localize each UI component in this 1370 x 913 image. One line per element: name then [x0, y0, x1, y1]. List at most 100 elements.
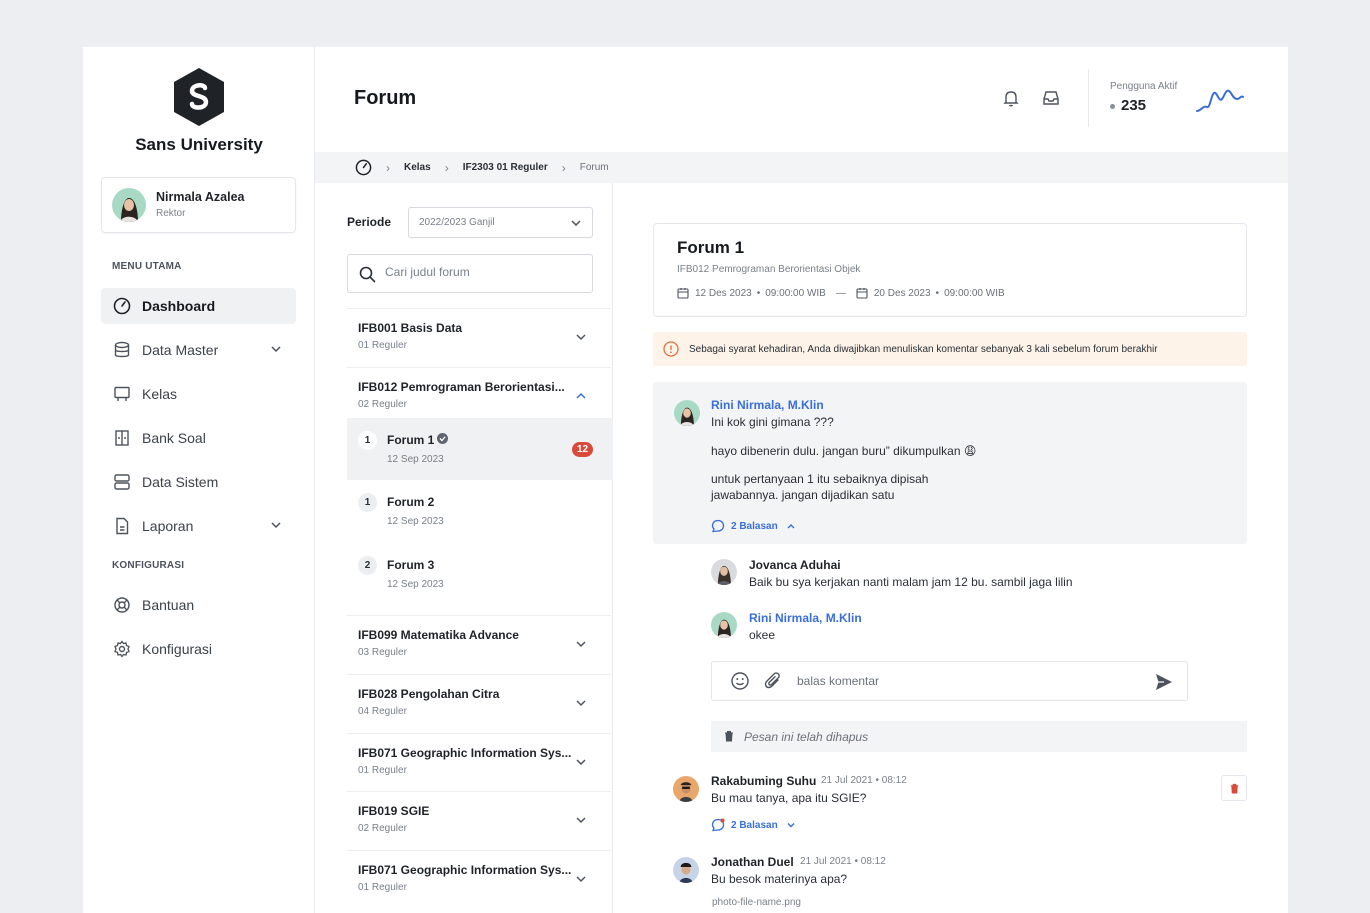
breadcrumb-kelas[interactable]: Kelas — [404, 162, 431, 173]
unread-badge: 12 — [572, 442, 593, 457]
chevron-down-icon — [576, 641, 586, 648]
comment-text: Bu mau tanya, apa itu SGIE? — [711, 791, 867, 805]
chevron-down-icon — [271, 346, 281, 353]
comment-meta: 21 Jul 2021 • 08:12 — [800, 856, 886, 867]
comment-text: Baik bu sya kerjakan nanti malam jam 12 … — [749, 575, 1073, 589]
menu-section-main: MENU UTAMA — [112, 261, 182, 272]
breadcrumb-current: Forum — [579, 162, 609, 173]
bell-icon[interactable] — [1001, 88, 1021, 108]
course-item[interactable]: IFB001 Basis Data 01 Reguler — [347, 308, 611, 366]
reply-composer — [711, 661, 1188, 701]
chat-bubble-icon — [711, 519, 725, 533]
forum-title: Forum 3 — [387, 558, 435, 572]
sidebar: Sans University Nirmala Azalea Rektor ME… — [83, 47, 315, 913]
forum-item[interactable]: 2 Forum 3 12 Sep 2023 — [347, 543, 613, 605]
periode-select[interactable]: 2022/2023 Ganjil — [408, 207, 593, 238]
course-title: IFB001 Basis Data — [358, 321, 463, 335]
search-input[interactable] — [385, 265, 575, 279]
paperclip-icon[interactable] — [763, 671, 783, 691]
commenter-avatar — [711, 559, 737, 585]
university-name: Sans University — [135, 135, 263, 154]
periode-value: 2022/2023 Ganjil — [419, 217, 495, 228]
forum-item[interactable]: 1 Forum 1 12 Sep 2023 12 — [347, 418, 613, 480]
header-divider — [1088, 69, 1089, 127]
forum-item[interactable]: 1 Forum 2 12 Sep 2023 — [347, 480, 613, 542]
chevron-down-icon — [576, 700, 586, 707]
attachment-filename[interactable]: photo-file-name.png — [712, 897, 801, 908]
sidebar-item-kelas[interactable]: Kelas — [101, 376, 296, 412]
sidebar-item-bantuan[interactable]: Bantuan — [101, 587, 296, 623]
forum-number: 1 — [358, 431, 377, 450]
course-item-expanded[interactable]: IFB012 Pemrograman Berorientasi... 02 Re… — [347, 367, 611, 425]
toggle-replies-button[interactable]: 2 Balasan — [711, 818, 802, 832]
chevron-right-icon: › — [386, 160, 390, 175]
sidebar-item-konfigurasi[interactable]: Konfigurasi — [101, 631, 296, 667]
forum-title: Forum 1 — [677, 238, 745, 257]
forum-schedule: 12 Des 2023 • 09:00:00 WIB — 20 Des 2023… — [677, 287, 1005, 299]
comment-author[interactable]: Rakabuming Suhu — [711, 774, 816, 788]
status-dot — [1110, 104, 1115, 109]
forum-detail-panel: Forum 1 IFB012 Pemrograman Berorientasi … — [613, 183, 1288, 913]
comment-author[interactable]: Jonathan Duel — [711, 855, 794, 869]
delete-comment-button[interactable] — [1221, 775, 1247, 801]
commenter-avatar — [711, 612, 737, 638]
chat-bubble-icon — [711, 818, 725, 832]
chevron-down-icon — [576, 876, 586, 883]
university-logo[interactable] — [172, 67, 226, 127]
user-card[interactable]: Nirmala Azalea Rektor — [101, 177, 296, 233]
breadcrumb-class[interactable]: IF2303 01 Reguler — [463, 162, 548, 173]
end-time: 09:00:00 WIB — [944, 287, 1005, 299]
course-item[interactable]: IFB028 Pengolahan Citra 04 Reguler — [347, 674, 611, 732]
send-icon[interactable] — [1154, 672, 1174, 692]
sidebar-item-data-sistem[interactable]: Data Sistem — [101, 464, 296, 500]
toggle-replies-button[interactable]: 2 Balasan — [711, 519, 802, 533]
breadcrumb: › Kelas › IF2303 01 Reguler › Forum — [315, 152, 1288, 183]
gauge-icon — [112, 296, 132, 316]
server-icon — [112, 472, 132, 492]
lifebuoy-icon — [112, 595, 132, 615]
chevron-right-icon: › — [561, 160, 566, 175]
course-class: 01 Reguler — [358, 765, 407, 776]
sidebar-item-label: Data Master — [142, 342, 219, 358]
sidebar-item-label: Laporan — [142, 518, 194, 534]
reply-input[interactable] — [797, 674, 1127, 688]
course-item[interactable]: IFB099 Matematika Advance 03 Reguler — [347, 615, 611, 673]
comment-author[interactable]: Rini Nirmala, M.Klin — [711, 398, 824, 412]
course-title: IFB028 Pengolahan Citra — [358, 687, 500, 701]
chevron-down-icon — [787, 823, 795, 828]
comment-author[interactable]: Rini Nirmala, M.Klin — [749, 611, 862, 625]
easel-icon — [112, 384, 132, 404]
course-item[interactable]: IFB071 Geographic Information Sys... 01 … — [347, 733, 611, 791]
sidebar-item-dashboard[interactable]: Dashboard — [101, 288, 296, 324]
comment-author[interactable]: Jovanca Aduhai — [749, 558, 841, 572]
forum-header-card: Forum 1 IFB012 Pemrograman Berorientasi … — [653, 223, 1247, 317]
commenter-avatar — [674, 400, 700, 426]
forum-search[interactable] — [347, 254, 593, 293]
end-date: 20 Des 2023 — [873, 287, 931, 299]
chevron-down-icon — [576, 817, 586, 824]
sidebar-item-laporan[interactable]: Laporan — [101, 508, 296, 544]
sidebar-item-label: Dashboard — [142, 298, 216, 314]
activity-sparkline — [1196, 89, 1244, 112]
sidebar-item-bank-soal[interactable]: Bank Soal — [101, 420, 296, 456]
user-role: Rektor — [156, 208, 186, 219]
comment-text: jawabannya. jangan dijadikan satu — [711, 488, 895, 502]
comment-meta: 21 Jul 2021 • 08:12 — [821, 775, 907, 786]
comment-text: Ini kok gini gimana ??? — [711, 415, 834, 429]
menu-section-config: KONFIGURASI — [112, 560, 185, 571]
sidebar-item-data-master[interactable]: Data Master — [101, 332, 296, 368]
course-item[interactable]: IFB019 SGIE 02 Reguler — [347, 791, 611, 849]
forum-title: Forum 1 — [387, 433, 435, 447]
emoji-icon[interactable] — [730, 671, 750, 691]
chevron-down-icon — [571, 220, 581, 227]
inbox-icon[interactable] — [1041, 88, 1061, 108]
course-item[interactable]: IFB071 Geographic Information Sys... 01 … — [347, 850, 611, 908]
chevron-down-icon — [576, 334, 586, 341]
separator-dot: • — [756, 287, 761, 299]
home-gauge-icon[interactable] — [355, 159, 372, 176]
notice-text: Sebagai syarat kehadiran, Anda diwajibka… — [689, 343, 1158, 355]
search-icon — [359, 266, 376, 283]
deleted-text: Pesan ini telah dihapus — [744, 729, 869, 744]
info-warning-icon — [663, 341, 679, 357]
start-time: 09:00:00 WIB — [765, 287, 826, 299]
